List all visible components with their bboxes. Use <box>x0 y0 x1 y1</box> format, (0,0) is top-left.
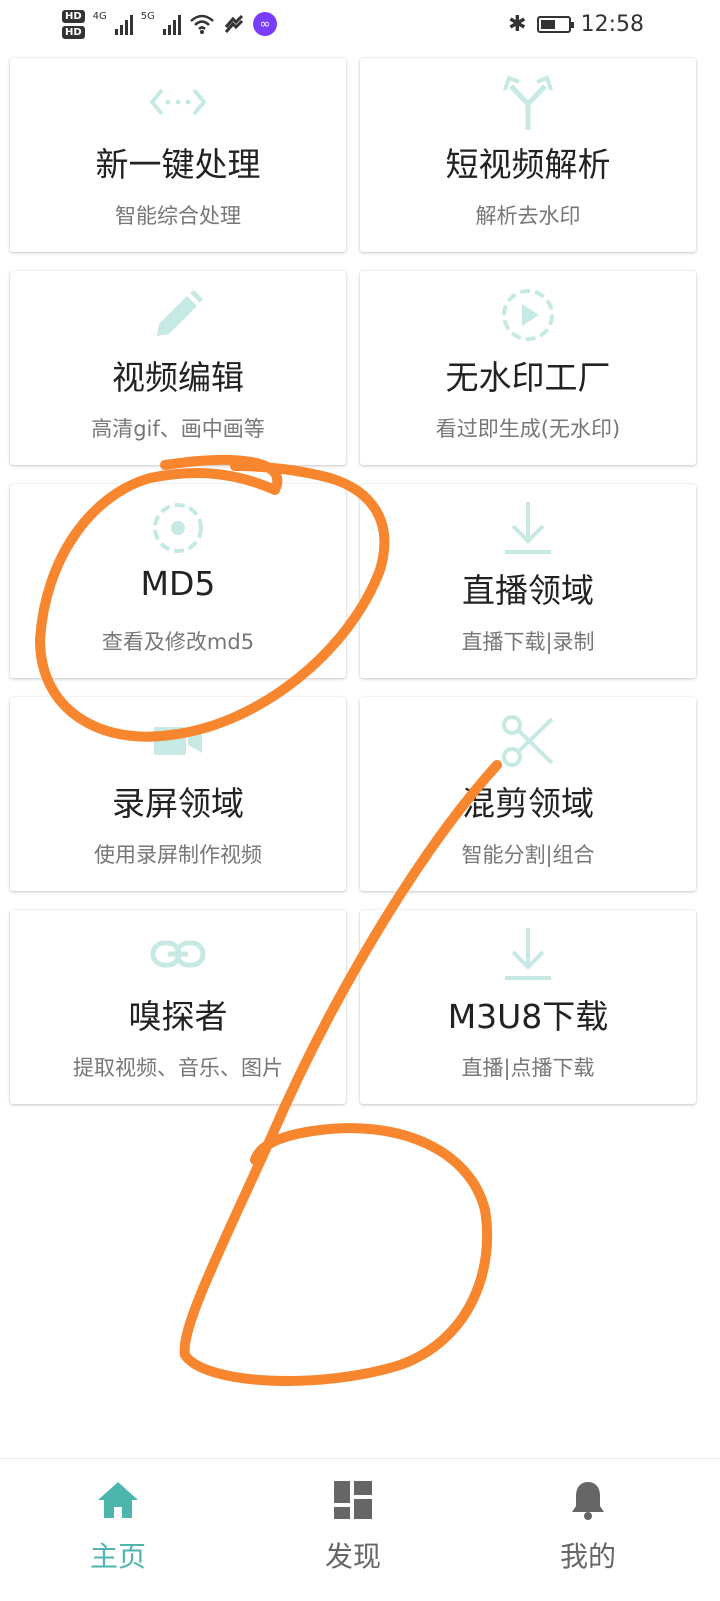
status-left: HD HD 4G 5G ∞ <box>62 4 277 44</box>
network-type-1: 4G <box>92 10 107 22</box>
download-icon <box>360 924 696 984</box>
status-bar: HD HD 4G 5G ∞ ✱ 12:58 <box>0 0 720 50</box>
feature-card-subtitle: 智能分割|组合 <box>461 843 595 867</box>
battery-icon <box>536 15 574 33</box>
nav-discover[interactable]: 发现 <box>273 1477 433 1575</box>
hd-indicators: HD HD <box>62 9 85 39</box>
feature-card-title: 新一键处理 <box>95 145 261 184</box>
home-icon <box>38 1477 198 1523</box>
nav-home-label: 主页 <box>89 1540 146 1573</box>
feature-card-title: 嗅探者 <box>128 997 228 1036</box>
feature-card[interactable]: 录屏领域使用录屏制作视频 <box>10 697 346 891</box>
feature-card[interactable]: 无水印工厂看过即生成(无水印) <box>360 271 696 465</box>
feature-card-title: 录屏领域 <box>112 784 244 823</box>
feature-card-title: 视频编辑 <box>112 358 244 397</box>
app-notification-icon: ∞ <box>252 12 277 36</box>
pencil-icon <box>10 285 346 345</box>
feature-card-title: 直播领域 <box>462 571 594 610</box>
feature-card-title: 无水印工厂 <box>445 358 611 397</box>
status-time: 12:58 <box>580 11 644 37</box>
wifi-icon <box>190 14 214 34</box>
feature-card[interactable]: 嗅探者提取视频、音乐、图片 <box>10 910 346 1104</box>
feature-card-subtitle: 智能综合处理 <box>115 204 241 228</box>
scissors-icon <box>360 711 696 771</box>
feature-card[interactable]: 混剪领域智能分割|组合 <box>360 697 696 891</box>
feature-card-subtitle: 提取视频、音乐、图片 <box>73 1056 283 1080</box>
split-arrow-icon <box>360 72 696 132</box>
feature-card-title: 混剪领域 <box>462 784 594 823</box>
data-saver-icon <box>224 14 243 33</box>
status-right: ✱ 12:58 <box>508 8 644 40</box>
hd-badge-2: HD <box>62 25 85 39</box>
feature-card-subtitle: 使用录屏制作视频 <box>94 843 262 867</box>
download-icon <box>360 498 696 558</box>
feature-card-subtitle: 直播|点播下载 <box>461 1056 595 1080</box>
hd-badge-1: HD <box>62 9 85 23</box>
feature-card-subtitle: 看过即生成(无水印) <box>435 417 621 441</box>
feature-card-title: M3U8下载 <box>447 997 609 1036</box>
feature-card-title: MD5 <box>140 564 216 603</box>
video-camera-icon <box>10 711 346 771</box>
feature-card-title: 短视频解析 <box>445 145 611 184</box>
bluetooth-icon: ✱ <box>508 11 527 37</box>
nav-mine[interactable]: 我的 <box>508 1477 668 1575</box>
feature-card-subtitle: 高清gif、画中画等 <box>91 417 265 441</box>
feature-card[interactable]: 视频编辑高清gif、画中画等 <box>10 271 346 465</box>
feature-card[interactable]: 直播领域直播下载|录制 <box>360 484 696 678</box>
link-icon <box>10 924 346 984</box>
feature-card[interactable]: 短视频解析解析去水印 <box>360 58 696 252</box>
grid-icon <box>273 1477 433 1523</box>
feature-card[interactable]: 新一键处理智能综合处理 <box>10 58 346 252</box>
arrows-icon <box>10 72 346 132</box>
signal-icon-1 <box>114 13 133 35</box>
network-type-2: 5G <box>140 10 155 22</box>
feature-card-subtitle: 解析去水印 <box>475 204 581 228</box>
bell-icon <box>508 1477 668 1523</box>
nav-discover-label: 发现 <box>324 1540 381 1573</box>
nav-home[interactable]: 主页 <box>38 1477 198 1575</box>
feature-card-subtitle: 直播下载|录制 <box>461 630 595 654</box>
feature-card[interactable]: M3U8下载直播|点播下载 <box>360 910 696 1104</box>
dashed-dot-circle-icon <box>10 498 346 558</box>
feature-card-subtitle: 查看及修改md5 <box>101 630 255 654</box>
bottom-navigation: 主页 发现 我的 <box>0 1458 720 1601</box>
feature-card[interactable]: MD5 查看及修改md5 <box>10 484 346 678</box>
signal-icon-2 <box>162 13 181 35</box>
nav-mine-label: 我的 <box>559 1540 616 1573</box>
play-circle-icon <box>360 285 696 345</box>
